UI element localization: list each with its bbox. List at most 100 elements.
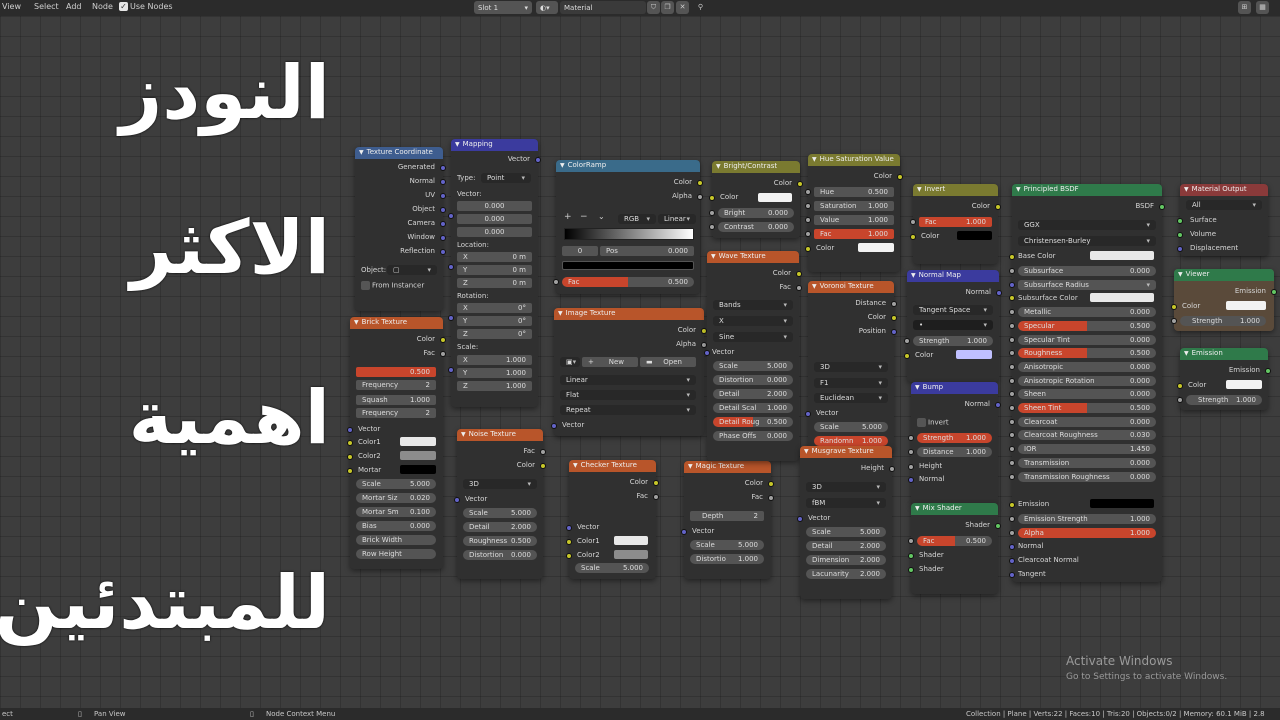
strength-field[interactable]: Strength 1.000 — [917, 433, 992, 443]
socket[interactable] — [454, 497, 460, 503]
socket[interactable] — [1271, 289, 1277, 295]
socket[interactable] — [908, 464, 914, 470]
socket[interactable] — [1171, 318, 1177, 324]
node-header[interactable]: ▼ ColorRamp — [556, 160, 700, 172]
node-header[interactable]: ▼ Emission — [1180, 348, 1268, 360]
socket[interactable] — [448, 315, 454, 321]
bsdf-prop-row[interactable]: Clearcoat Roughness 0.030 — [1009, 430, 1162, 441]
distortion-field[interactable]: Distortion 0.000 — [713, 375, 793, 385]
pin-icon[interactable]: ⚲ — [694, 1, 707, 14]
duplicate-icon[interactable]: ❐ — [661, 1, 674, 14]
socket[interactable] — [653, 480, 659, 486]
socket[interactable] — [995, 402, 1001, 408]
subsurface-color-swatch[interactable] — [1090, 293, 1154, 302]
node-header[interactable]: ▼ Mix Shader — [911, 503, 998, 515]
socket[interactable] — [910, 234, 916, 240]
socket[interactable] — [995, 523, 1001, 529]
brick-width-field[interactable]: Brick Width — [356, 535, 436, 545]
close-icon[interactable]: ✕ — [676, 1, 689, 14]
overlay-icon[interactable]: ▦ — [1256, 1, 1269, 14]
bright-field[interactable]: Bright 0.000 — [718, 208, 794, 218]
bsdf-prop-field[interactable]: Clearcoat 0.000 — [1018, 417, 1156, 427]
dimension-field[interactable]: Dimension 2.000 — [806, 555, 886, 565]
invert-checkbox[interactable]: Invert — [911, 418, 998, 427]
node-header[interactable]: ▼ Texture Coordinate — [355, 147, 443, 159]
subsurface-method-dropdown[interactable]: Christensen-Burley — [1018, 236, 1156, 246]
normal-map-node[interactable]: ▼Normal Map Normal Tangent Space • Stren… — [904, 270, 1002, 382]
node-header[interactable]: ▼ Noise Texture — [457, 429, 543, 441]
socket[interactable] — [1009, 419, 1015, 425]
stop-position-field[interactable]: Pos 0.000 — [600, 246, 694, 256]
lacunarity-field[interactable]: Lacunarity 2.000 — [806, 569, 886, 579]
socket[interactable] — [709, 210, 715, 216]
depth-field[interactable]: Depth 2 — [690, 511, 764, 521]
bsdf-prop-row[interactable]: Transmission Roughness 0.000 — [1009, 472, 1162, 483]
socket[interactable] — [805, 217, 811, 223]
node-menu[interactable]: Node — [92, 2, 113, 11]
vector-y-field[interactable]: 0.000 — [457, 214, 532, 224]
socket[interactable] — [797, 181, 803, 187]
socket[interactable] — [805, 231, 811, 237]
material-output-node[interactable]: ▼Material Output All Surface Volume Disp… — [1177, 184, 1268, 256]
bsdf-prop-row[interactable]: Specular 0.500 — [1009, 321, 1162, 332]
phase-offset-field[interactable]: Phase Offs 0.000 — [713, 431, 793, 441]
socket[interactable] — [1009, 337, 1015, 343]
socket[interactable] — [908, 435, 914, 441]
node-header[interactable]: ▼ Hue Saturation Value — [808, 154, 900, 166]
socket[interactable] — [889, 466, 895, 472]
socket[interactable] — [440, 351, 446, 357]
bsdf-prop-field[interactable]: Subsurface Radius — [1018, 280, 1156, 290]
bsdf-prop-field[interactable]: Anisotropic Rotation 0.000 — [1018, 376, 1156, 386]
hue-saturation-node[interactable]: ▼ Hue Saturation Value Color Hue 0.500 Sat… — [805, 154, 903, 272]
socket[interactable] — [653, 494, 659, 500]
socket[interactable] — [1177, 383, 1183, 389]
hue-field[interactable]: Hue 0.500 — [814, 187, 894, 197]
socket[interactable] — [910, 219, 916, 225]
node-header[interactable]: ▼ Checker Texture — [569, 460, 656, 472]
socket[interactable] — [1177, 218, 1183, 224]
mortar-size-field[interactable]: Mortar Siz 0.020 — [356, 493, 436, 503]
socket[interactable] — [1009, 516, 1015, 522]
scale-y-field[interactable]: Y 1.000 — [457, 368, 532, 378]
squash-field[interactable]: Squash 1.000 — [356, 395, 436, 405]
fac-field[interactable]: Fac 0.500 — [917, 536, 992, 546]
fac-field[interactable]: Fac 1.000 — [814, 229, 894, 239]
node-header[interactable]: ▼ Image Texture — [554, 308, 704, 320]
frequency-field[interactable]: Frequency 2 — [356, 380, 436, 390]
rotation-z-field[interactable]: Z 0° — [457, 329, 532, 339]
snap-icon[interactable]: ⊞ — [1238, 1, 1251, 14]
material-name-field[interactable]: Material — [560, 1, 646, 14]
checker-texture-node[interactable]: ▼ Checker Texture Color Fac Vector Color1… — [566, 460, 659, 579]
open-image-button[interactable]: ▬ Open — [640, 357, 696, 367]
socket[interactable] — [1009, 405, 1015, 411]
socket[interactable] — [796, 271, 802, 277]
socket[interactable] — [1159, 204, 1165, 210]
color1-swatch[interactable] — [400, 437, 436, 446]
socket[interactable] — [1009, 309, 1015, 315]
color-swatch[interactable] — [957, 231, 992, 240]
bsdf-prop-field[interactable]: Sheen Tint 0.500 — [1018, 403, 1156, 413]
socket[interactable] — [440, 207, 446, 213]
mortar-smooth-field[interactable]: Mortar Sm 0.100 — [356, 507, 436, 517]
noise-texture-node[interactable]: ▼Noise Texture Fac Color 3D Vector Scale… — [454, 429, 546, 579]
color-swatch[interactable] — [858, 243, 894, 252]
socket[interactable] — [1009, 460, 1015, 466]
interpolation-dropdown[interactable]: Linear — [658, 214, 696, 224]
socket[interactable] — [709, 224, 715, 230]
node-header[interactable]: ▼ Normal Map — [907, 270, 999, 282]
shield-icon[interactable]: ⛉ — [647, 1, 660, 14]
socket[interactable] — [768, 481, 774, 487]
rotation-y-field[interactable]: Y 0° — [457, 316, 532, 326]
socket[interactable] — [697, 180, 703, 186]
emission-node[interactable]: ▼ Emission Emission Color Strength 1.000 — [1177, 348, 1271, 410]
socket[interactable] — [1009, 474, 1015, 480]
socket[interactable] — [553, 279, 559, 285]
socket[interactable] — [805, 203, 811, 209]
socket[interactable] — [908, 553, 914, 559]
socket[interactable] — [566, 553, 572, 559]
location-y-field[interactable]: Y 0 m — [457, 265, 532, 275]
bsdf-prop-field[interactable]: Transmission 0.000 — [1018, 458, 1156, 468]
vector-z-field[interactable]: 0.000 — [457, 227, 532, 237]
socket[interactable] — [805, 189, 811, 195]
contrast-field[interactable]: Contrast 0.000 — [718, 222, 794, 232]
